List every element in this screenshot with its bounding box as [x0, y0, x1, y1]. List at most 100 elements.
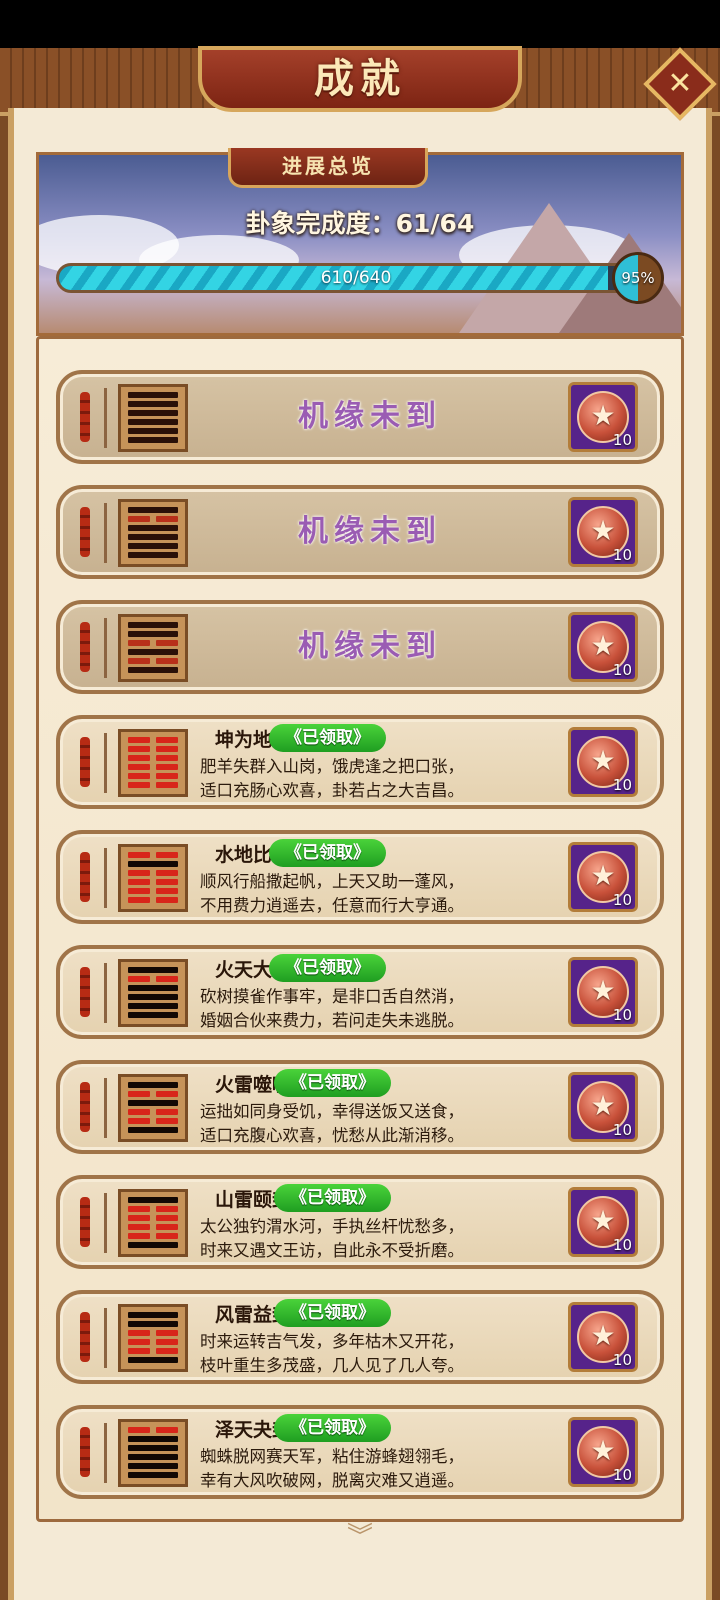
yin-line	[128, 976, 178, 982]
divider	[104, 963, 107, 1023]
description-line: 时来又遇文王访，自此永不受折磨。	[200, 1241, 464, 1260]
yang-line	[128, 649, 178, 655]
hexagram-item[interactable]: 机缘未到 ★ 10	[56, 485, 664, 579]
yang-line	[128, 1472, 178, 1478]
reward-slot[interactable]: ★ 10	[568, 727, 638, 797]
line-segment	[156, 640, 178, 646]
line-segment	[128, 1339, 150, 1345]
locked-label: 机缘未到	[298, 399, 442, 434]
yin-line	[128, 640, 178, 646]
hexagram-item[interactable]: 火天大有卦 《已领取》 砍树摸雀作事牢，是非口舌自然消， 婚姻合伙来费力，若问走失未逃…	[56, 945, 664, 1039]
reward-slot[interactable]: ★ 10	[568, 497, 638, 567]
hexagram-icon	[118, 1304, 188, 1372]
line-segment	[156, 1427, 178, 1433]
hexagram-item[interactable]: 风雷益卦 《已领取》 时来运转吉气发，多年枯木又开花， 枝叶重生多茂盛，几人见了几人夸…	[56, 1290, 664, 1384]
line-segment	[128, 507, 178, 513]
yang-line	[128, 1197, 178, 1203]
line-segment	[128, 888, 150, 894]
hexagram-item[interactable]: 山雷颐卦 《已领取》 太公独钓渭水河，手执丝杆忧愁多， 时来又遇文王访，自此永不受折磨…	[56, 1175, 664, 1269]
close-icon[interactable]: ✕	[654, 58, 706, 110]
reward-count: 10	[612, 1121, 632, 1139]
hexagram-description: 运拙如同身受饥，幸得送饭又送食， 适口充腹心欢喜，忧愁从此渐消移。	[200, 1100, 530, 1148]
reward-count: 10	[612, 891, 632, 909]
line-segment	[128, 410, 178, 416]
yin-line	[128, 1339, 178, 1345]
hexagram-description: 肥羊失群入山岗，饿虎逢之把口张， 适口充肠心欢喜，卦若占之大吉昌。	[200, 755, 530, 803]
yin-line	[128, 746, 178, 752]
hexagram-icon	[118, 384, 188, 452]
line-segment	[128, 667, 178, 673]
reward-slot[interactable]: ★ 10	[568, 1417, 638, 1487]
line-segment	[156, 516, 178, 522]
yin-line	[128, 755, 178, 761]
yang-line	[128, 1454, 178, 1460]
yin-line	[128, 1348, 178, 1354]
yin-line	[128, 1109, 178, 1115]
description-line: 蜘蛛脱网赛天军，粘住游蜂翅翎毛，	[200, 1447, 464, 1466]
divider	[104, 503, 107, 563]
reward-slot[interactable]: ★ 10	[568, 612, 638, 682]
line-segment	[156, 782, 178, 788]
line-segment	[156, 755, 178, 761]
knot-decoration	[80, 507, 90, 557]
line-segment	[128, 419, 178, 425]
claimed-badge: 《已领取》	[269, 839, 386, 867]
yang-line	[128, 437, 178, 443]
line-segment	[128, 525, 178, 531]
reward-slot[interactable]: ★ 10	[568, 1302, 638, 1372]
yang-line	[128, 1082, 178, 1088]
overview-tab: 进展总览	[228, 148, 428, 188]
scroll-down-icon[interactable]: ︾	[340, 1522, 380, 1552]
yang-line	[128, 410, 178, 416]
yang-line	[128, 1012, 178, 1018]
line-segment	[156, 1339, 178, 1345]
line-segment	[156, 897, 178, 903]
yang-line	[128, 861, 178, 867]
hexagram-item[interactable]: 机缘未到 ★ 10	[56, 370, 664, 464]
yin-line	[128, 782, 178, 788]
knot-decoration	[80, 967, 90, 1017]
yang-line	[128, 1445, 178, 1451]
description-line: 肥羊失群入山岗，饿虎逢之把口张，	[200, 757, 464, 776]
hexagram-description: 蜘蛛脱网赛天军，粘住游蜂翅翎毛， 幸有大风吹破网，脱离灾难又逍遥。	[200, 1445, 530, 1493]
reward-slot[interactable]: ★ 10	[568, 1072, 638, 1142]
claimed-badge: 《已领取》	[274, 1184, 391, 1212]
line-segment	[128, 1330, 150, 1336]
description-line: 适口充肠心欢喜，卦若占之大吉昌。	[200, 781, 464, 800]
reward-slot[interactable]: ★ 10	[568, 382, 638, 452]
line-segment	[156, 658, 178, 664]
divider	[104, 618, 107, 678]
reward-slot[interactable]: ★ 10	[568, 1187, 638, 1257]
hexagram-item[interactable]: 水地比卦 《已领取》 顺风行船撒起帆，上天又助一蓬风， 不用费力逍遥去，任意而行大亨通…	[56, 830, 664, 924]
description-line: 太公独钓渭水河，手执丝杆忧愁多，	[200, 1217, 464, 1236]
knot-decoration	[80, 1312, 90, 1362]
description-line: 枝叶重生多茂盛，几人见了几人夸。	[200, 1356, 464, 1375]
title-plaque: 成就	[198, 46, 522, 112]
line-segment	[156, 1118, 178, 1124]
yin-line	[128, 1118, 178, 1124]
knot-decoration	[80, 1082, 90, 1132]
yang-line	[128, 1312, 178, 1318]
divider	[104, 1078, 107, 1138]
claimed-badge: 《已领取》	[274, 1069, 391, 1097]
hexagram-item[interactable]: 火雷噬嗑卦 《已领取》 运拙如同身受饥，幸得送饭又送食， 适口充腹心欢喜，忧愁从此渐消…	[56, 1060, 664, 1154]
description-line: 幸有大风吹破网，脱离灾难又逍遥。	[200, 1471, 464, 1490]
reward-slot[interactable]: ★ 10	[568, 957, 638, 1027]
reward-slot[interactable]: ★ 10	[568, 842, 638, 912]
line-segment	[128, 897, 150, 903]
line-segment	[128, 1436, 178, 1442]
line-segment	[128, 967, 178, 973]
hexagram-item[interactable]: 泽天夬卦 《已领取》 蜘蛛脱网赛天军，粘住游蜂翅翎毛， 幸有大风吹破网，脱离灾难又逍遥…	[56, 1405, 664, 1499]
yin-line	[128, 1206, 178, 1212]
hexagram-item[interactable]: 坤为地卦 《已领取》 肥羊失群入山岗，饿虎逢之把口张， 适口充肠心欢喜，卦若占之大吉昌…	[56, 715, 664, 809]
hexagram-item[interactable]: 机缘未到 ★ 10	[56, 600, 664, 694]
claimed-badge: 《已领取》	[274, 1414, 391, 1442]
hexagram-description: 顺风行船撒起帆，上天又助一蓬风， 不用费力逍遥去，任意而行大亨通。	[200, 870, 530, 918]
line-segment	[128, 622, 178, 628]
yang-line	[128, 1127, 178, 1133]
reward-count: 10	[612, 1351, 632, 1369]
yang-line	[128, 552, 178, 558]
line-segment	[128, 1224, 150, 1230]
line-segment	[128, 1206, 150, 1212]
yang-line	[128, 543, 178, 549]
